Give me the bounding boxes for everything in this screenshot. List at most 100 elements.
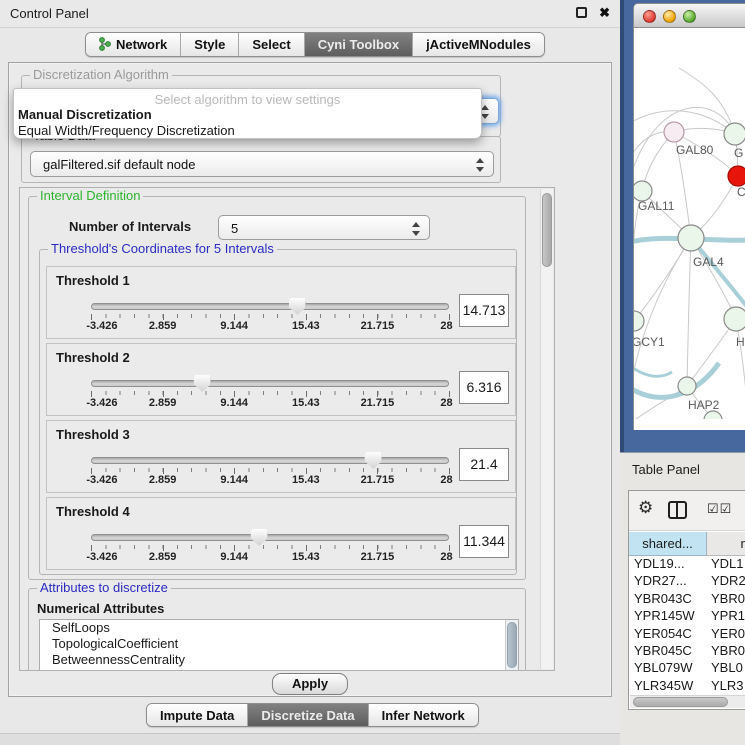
node-hap2[interactable] — [678, 377, 696, 395]
tab-select-label: Select — [252, 37, 290, 52]
threshold-4-slider-thumb[interactable] — [251, 529, 268, 546]
list-item[interactable]: BetweennessCentrality — [40, 652, 518, 668]
threshold-3-slider[interactable] — [91, 457, 449, 464]
table-rows: YDL19...YDL1 YDR27...YDR2 YBR043CYBR0 YP… — [629, 556, 745, 695]
table-row[interactable]: YBL079WYBL0 — [629, 660, 745, 677]
option-manual-discretization[interactable]: Manual Discretization — [14, 107, 481, 123]
node-gcy1[interactable] — [634, 311, 644, 331]
network-icon — [99, 37, 111, 54]
close-icon[interactable]: ✖ — [599, 5, 610, 21]
table-row[interactable]: YER054CYER0 — [629, 626, 745, 643]
table-horizontal-scrollbar[interactable] — [630, 695, 745, 708]
tab-network[interactable]: Network — [86, 33, 181, 56]
threshold-3-panel: Threshold 3 -3.426 2.859 — [46, 420, 516, 493]
table-row[interactable]: YBR045CYBR0 — [629, 643, 745, 660]
algorithm-dropdown-popup: Select algorithm to view settings Manual… — [13, 88, 482, 139]
table-row[interactable]: YBR043CYBR0 — [629, 591, 745, 608]
bottom-strip — [0, 733, 620, 745]
threshold-3-value[interactable]: 21.4 — [459, 448, 509, 481]
network-view-window: GAL80 G C GAL11 GAL4 GCY1 H HAP2 — [633, 3, 745, 430]
threshold-1-slider[interactable] — [91, 303, 449, 310]
apply-button[interactable]: Apply — [272, 673, 348, 695]
settings-vertical-scrollbar[interactable] — [540, 189, 553, 669]
combo-arrows-icon — [411, 221, 420, 237]
tab-style[interactable]: Style — [181, 33, 239, 56]
node-g[interactable] — [724, 123, 745, 145]
settings-scrollpane: Interval Definition Number of Intervals … — [19, 187, 555, 671]
window-title: Control Panel — [10, 6, 89, 21]
table-data-group: Table Data galFiltered.sif default node — [21, 136, 501, 183]
node-table: ⚙ ☑☑ shared... na YDL19...YDL1 YDR27...Y… — [628, 490, 745, 710]
threshold-2-panel: Threshold 2 -3.426 2.859 — [46, 343, 516, 416]
numerical-attributes-list[interactable]: SelfLoops TopologicalCoefficient Between… — [39, 619, 519, 671]
table-data-combobox[interactable]: galFiltered.sif default node — [30, 151, 494, 177]
tab-impute-data[interactable]: Impute Data — [147, 704, 248, 726]
algorithm-popup-hint: Select algorithm to view settings — [14, 89, 481, 107]
threshold-4-slider[interactable] — [91, 534, 449, 541]
cyni-toolbox-panel: Discretization Algorithm Select algorith… — [8, 62, 612, 697]
table-row[interactable]: YDR27...YDR2 — [629, 573, 745, 590]
threshold-2-value[interactable]: 6.316 — [459, 371, 509, 404]
threshold-3-slider-thumb[interactable] — [365, 452, 382, 469]
table-panel-body: ⚙ ☑☑ shared... na YDL19...YDL1 YDR27...Y… — [620, 486, 745, 712]
table-panel-titlebar: Table Panel — [620, 452, 745, 486]
tab-jactivemnodules[interactable]: jActiveMNodules — [413, 33, 544, 56]
select-columns-icon[interactable]: ☑☑ — [707, 501, 732, 517]
threshold-1-value[interactable]: 14.713 — [459, 294, 509, 327]
cyni-bottom-tabs: Impute Data Discretize Data Infer Networ… — [146, 703, 479, 727]
column-header-name[interactable]: na — [707, 532, 745, 556]
table-header-row: shared... na — [629, 532, 745, 556]
split-columns-icon[interactable] — [668, 501, 687, 519]
threshold-1-slider-thumb[interactable] — [289, 298, 306, 315]
float-window-icon[interactable] — [576, 7, 587, 18]
node-h[interactable] — [724, 307, 745, 331]
network-canvas[interactable]: GAL80 G C GAL11 GAL4 GCY1 H HAP2 — [634, 28, 745, 419]
control-panel-titlebar: Control Panel ✖ — [0, 0, 620, 28]
close-traffic-light-icon[interactable] — [643, 10, 656, 23]
table-row[interactable]: YLR345WYLR3 — [629, 678, 745, 695]
table-row[interactable]: YDL19...YDL1 — [629, 556, 745, 573]
numerical-attributes-heading: Numerical Attributes — [37, 601, 164, 616]
threshold-4-value[interactable]: 11.344 — [459, 525, 509, 558]
node-red[interactable] — [728, 166, 745, 186]
tab-discretize-data[interactable]: Discretize Data — [248, 704, 368, 726]
threshold-3-scale-labels: -3.426 2.859 9.144 15.43 21.715 28 — [91, 474, 449, 486]
gear-icon[interactable]: ⚙ — [638, 498, 653, 518]
tab-impute-data-label: Impute Data — [160, 708, 234, 723]
option-equal-width-frequency[interactable]: Equal Width/Frequency Discretization — [14, 123, 481, 139]
table-row[interactable]: YPR145WYPR1 — [629, 608, 745, 625]
minimize-traffic-light-icon[interactable] — [663, 10, 676, 23]
threshold-2-slider-thumb[interactable] — [194, 375, 211, 392]
tab-infer-network[interactable]: Infer Network — [369, 704, 478, 726]
attributes-group: Attributes to discretize Numerical Attri… — [28, 588, 526, 671]
tab-cyni-toolbox[interactable]: Cyni Toolbox — [305, 33, 413, 56]
attributes-group-title: Attributes to discretize — [37, 581, 171, 595]
threshold-2-scale-labels: -3.426 2.859 9.144 15.43 21.715 28 — [91, 397, 449, 409]
discretization-algorithm-title: Discretization Algorithm — [30, 68, 172, 82]
number-of-intervals-combobox[interactable]: 5 — [218, 215, 430, 240]
node-label: GAL4 — [693, 255, 724, 269]
node-gal11[interactable] — [634, 181, 652, 201]
threshold-4-scale-labels: -3.426 2.859 9.144 15.43 21.715 28 — [91, 551, 449, 563]
node-label: G — [734, 146, 743, 160]
thresholds-group: Threshold's Coordinates for 5 Intervals … — [39, 249, 517, 575]
column-header-shared[interactable]: shared... — [629, 532, 707, 556]
node-label: GCY1 — [634, 335, 665, 349]
list-item[interactable]: SelfLoops — [40, 620, 518, 636]
tab-select[interactable]: Select — [239, 33, 304, 56]
attributes-list-scrollbar[interactable] — [505, 620, 518, 671]
tab-discretize-data-label: Discretize Data — [261, 708, 354, 723]
threshold-1-panel: Threshold 1 -3.426 2.859 — [46, 266, 516, 339]
node-label: C — [737, 185, 745, 199]
node-label: GAL80 — [676, 143, 714, 157]
combo-arrows-icon — [475, 157, 484, 173]
tab-cyni-toolbox-label: Cyni Toolbox — [318, 37, 399, 52]
threshold-2-slider[interactable] — [91, 380, 449, 387]
node-gal4[interactable] — [678, 225, 704, 251]
interval-definition-group: Interval Definition Number of Intervals … — [28, 196, 526, 580]
list-item[interactable]: TopologicalCoefficient — [40, 636, 518, 652]
zoom-traffic-light-icon[interactable] — [683, 10, 696, 23]
node-gal80[interactable] — [664, 122, 684, 142]
number-of-intervals-value: 5 — [231, 221, 238, 236]
control-panel-window: Control Panel ✖ Network Style Select Cyn — [0, 0, 620, 745]
